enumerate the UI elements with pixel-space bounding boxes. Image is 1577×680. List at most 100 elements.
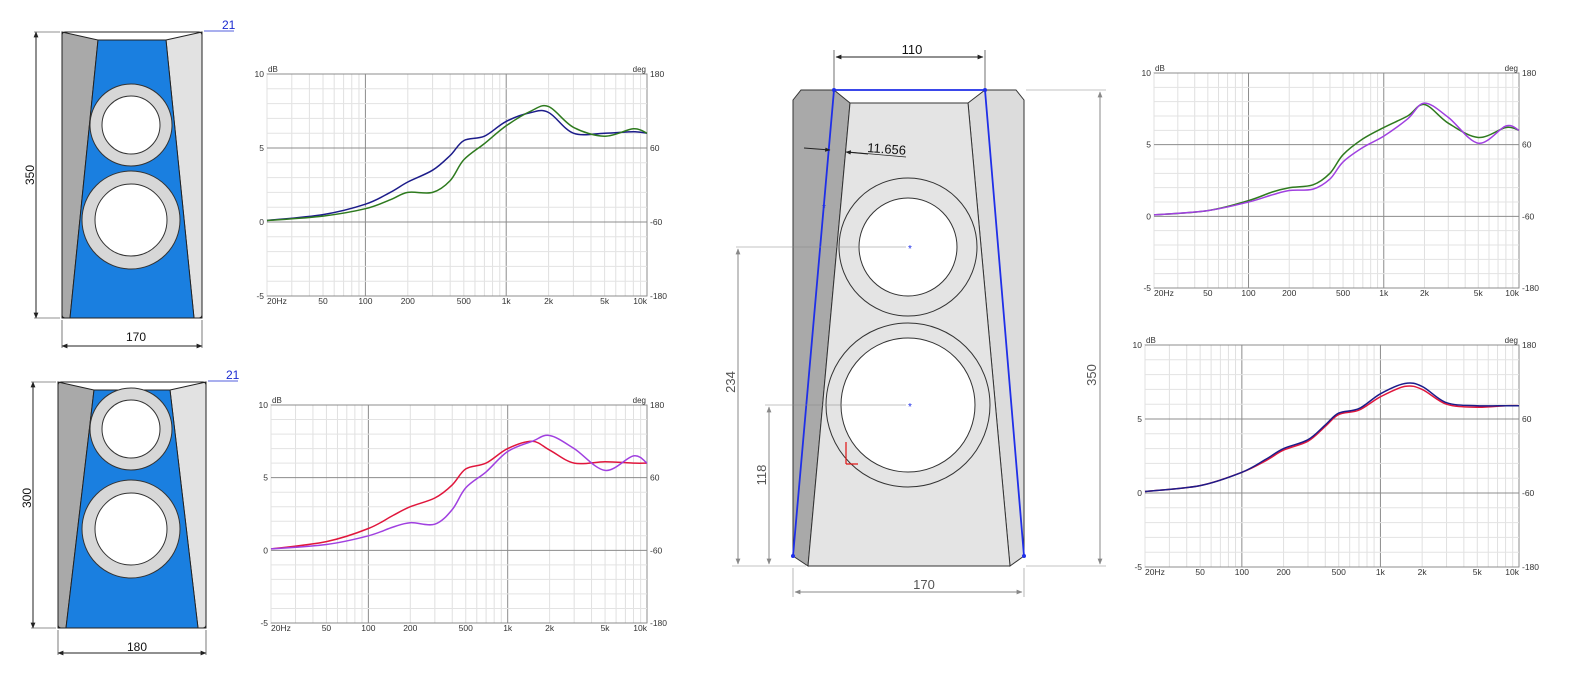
x-tick-label: 2k xyxy=(545,623,555,633)
figure-canvas: 350 170 21 300 180 21 * * * 110 11.656 3… xyxy=(20,18,1540,656)
phase-tick-label: -180 xyxy=(1522,562,1539,572)
y-tick-label: 5 xyxy=(259,143,264,153)
phase-tick-label: -60 xyxy=(650,545,663,555)
phase-unit-label: deg xyxy=(1505,64,1518,73)
x-tick-label: 50 xyxy=(1203,288,1213,298)
phase-tick-label: 180 xyxy=(650,400,664,410)
sketch-width-dimension: 170 xyxy=(913,577,935,592)
y-tick-label: 5 xyxy=(1137,414,1142,424)
phase-tick-label: 180 xyxy=(650,69,664,79)
x-tick-label: 10k xyxy=(633,623,647,633)
phase-tick-label: -60 xyxy=(1522,488,1535,498)
sketch-height-dimension: 350 xyxy=(1084,364,1099,386)
phase-tick-label: 60 xyxy=(1522,140,1532,150)
phase-tick-label: 180 xyxy=(1522,68,1536,78)
response-chart-2: 10 180 5 60 0 -60 -5 -180 dB deg 20Hz 50 100 200 500 1k… xyxy=(259,396,668,633)
x-tick-label: 1k xyxy=(1376,567,1386,577)
tweeter-height-dimension: 234 xyxy=(723,371,738,393)
x-tick-label: 200 xyxy=(1276,567,1290,577)
x-tick-label: 100 xyxy=(361,623,375,633)
plot-area xyxy=(266,73,648,297)
y-unit-label: dB xyxy=(268,65,278,74)
response-chart-1: 10 180 5 60 0 -60 -5 -180 dB deg 20Hz 50 100 200 500 1k… xyxy=(255,65,668,306)
plot-area xyxy=(1144,344,1520,568)
y-tick-label: 0 xyxy=(1146,211,1151,221)
x-tick-label: 50 xyxy=(322,623,332,633)
x-tick-label: 10k xyxy=(633,296,647,306)
phase-tick-label: -180 xyxy=(650,618,667,628)
phase-unit-label: deg xyxy=(633,396,646,405)
x-tick-label: 100 xyxy=(358,296,372,306)
phase-unit-label: deg xyxy=(1505,336,1518,345)
phase-unit-label: deg xyxy=(633,65,646,74)
y-tick-label: 10 xyxy=(259,400,269,410)
phase-tick-label: -60 xyxy=(650,217,663,227)
phase-tick-label: -180 xyxy=(650,291,667,301)
y-tick-label: 10 xyxy=(255,69,265,79)
x-tick-label: 200 xyxy=(401,296,415,306)
phase-tick-label: -180 xyxy=(1522,283,1539,293)
angle-dimension: 11.656 xyxy=(867,140,907,158)
response-chart-4: 10 180 5 60 0 -60 -5 -180 dB deg 20Hz 50 100 200 500 1k… xyxy=(1133,336,1540,577)
y-tick-label: -5 xyxy=(260,618,268,628)
x-tick-label: 500 xyxy=(1336,288,1350,298)
width-dimension: 180 xyxy=(127,640,147,654)
x-tick-label: 50 xyxy=(1195,567,1205,577)
x-tick-label: 2k xyxy=(544,296,554,306)
speaker-diagram-300: 300 180 21 xyxy=(20,368,240,656)
bevel-dimension: 21 xyxy=(222,18,236,32)
response-chart-3: 10 180 5 60 0 -60 -5 -180 dB deg 20Hz 50 100 200 500 1k… xyxy=(1142,64,1540,298)
x-tick-label: 100 xyxy=(1235,567,1249,577)
y-unit-label: dB xyxy=(1146,336,1156,345)
y-tick-label: -5 xyxy=(1134,562,1142,572)
svg-text:*: * xyxy=(908,244,912,255)
tweeter-hole xyxy=(101,399,161,459)
x-tick-label: 20Hz xyxy=(1154,288,1174,298)
x-tick-label: 100 xyxy=(1241,288,1255,298)
x-tick-label: 200 xyxy=(1282,288,1296,298)
x-tick-label: 1k xyxy=(1379,288,1389,298)
x-tick-label: 20Hz xyxy=(267,296,287,306)
phase-tick-label: 60 xyxy=(650,143,660,153)
plot-area xyxy=(270,404,648,624)
y-tick-label: 10 xyxy=(1133,340,1143,350)
cad-sketch: * * * 110 11.656 350 170 234 118 xyxy=(723,42,1106,597)
y-tick-label: -5 xyxy=(256,291,264,301)
y-unit-label: dB xyxy=(1155,64,1165,73)
x-tick-label: 50 xyxy=(318,296,328,306)
phase-tick-label: 60 xyxy=(650,473,660,483)
x-tick-label: 10k xyxy=(1505,288,1519,298)
x-tick-label: 5k xyxy=(1474,288,1484,298)
x-tick-label: 1k xyxy=(502,296,512,306)
y-tick-label: 0 xyxy=(1137,488,1142,498)
x-tick-label: 5k xyxy=(1473,567,1483,577)
x-tick-label: 500 xyxy=(457,296,471,306)
height-dimension: 300 xyxy=(20,488,34,508)
x-tick-label: 2k xyxy=(1420,288,1430,298)
speaker-diagram-350: 350 170 21 xyxy=(23,18,236,349)
x-tick-label: 1k xyxy=(503,623,513,633)
y-tick-label: 0 xyxy=(263,545,268,555)
plot-area xyxy=(1153,72,1520,289)
x-tick-label: 200 xyxy=(403,623,417,633)
y-tick-label: 5 xyxy=(263,473,268,483)
tweeter-hole xyxy=(101,95,161,155)
phase-tick-label: 180 xyxy=(1522,340,1536,350)
woofer-height-dimension: 118 xyxy=(754,465,769,486)
svg-text:*: * xyxy=(908,402,912,413)
height-dimension: 350 xyxy=(23,165,37,185)
x-tick-label: 500 xyxy=(1332,567,1346,577)
y-tick-label: -5 xyxy=(1143,283,1151,293)
y-unit-label: dB xyxy=(272,396,282,405)
y-tick-label: 0 xyxy=(259,217,264,227)
width-dimension: 170 xyxy=(126,330,146,344)
phase-tick-label: 60 xyxy=(1522,414,1532,424)
x-tick-label: 500 xyxy=(459,623,473,633)
svg-text:*: * xyxy=(822,203,826,214)
woofer-hole xyxy=(94,492,168,566)
x-tick-label: 20Hz xyxy=(271,623,291,633)
top-width-dimension: 110 xyxy=(902,42,923,57)
phase-tick-label: -60 xyxy=(1522,211,1535,221)
y-tick-label: 5 xyxy=(1146,140,1151,150)
x-tick-label: 10k xyxy=(1505,567,1519,577)
